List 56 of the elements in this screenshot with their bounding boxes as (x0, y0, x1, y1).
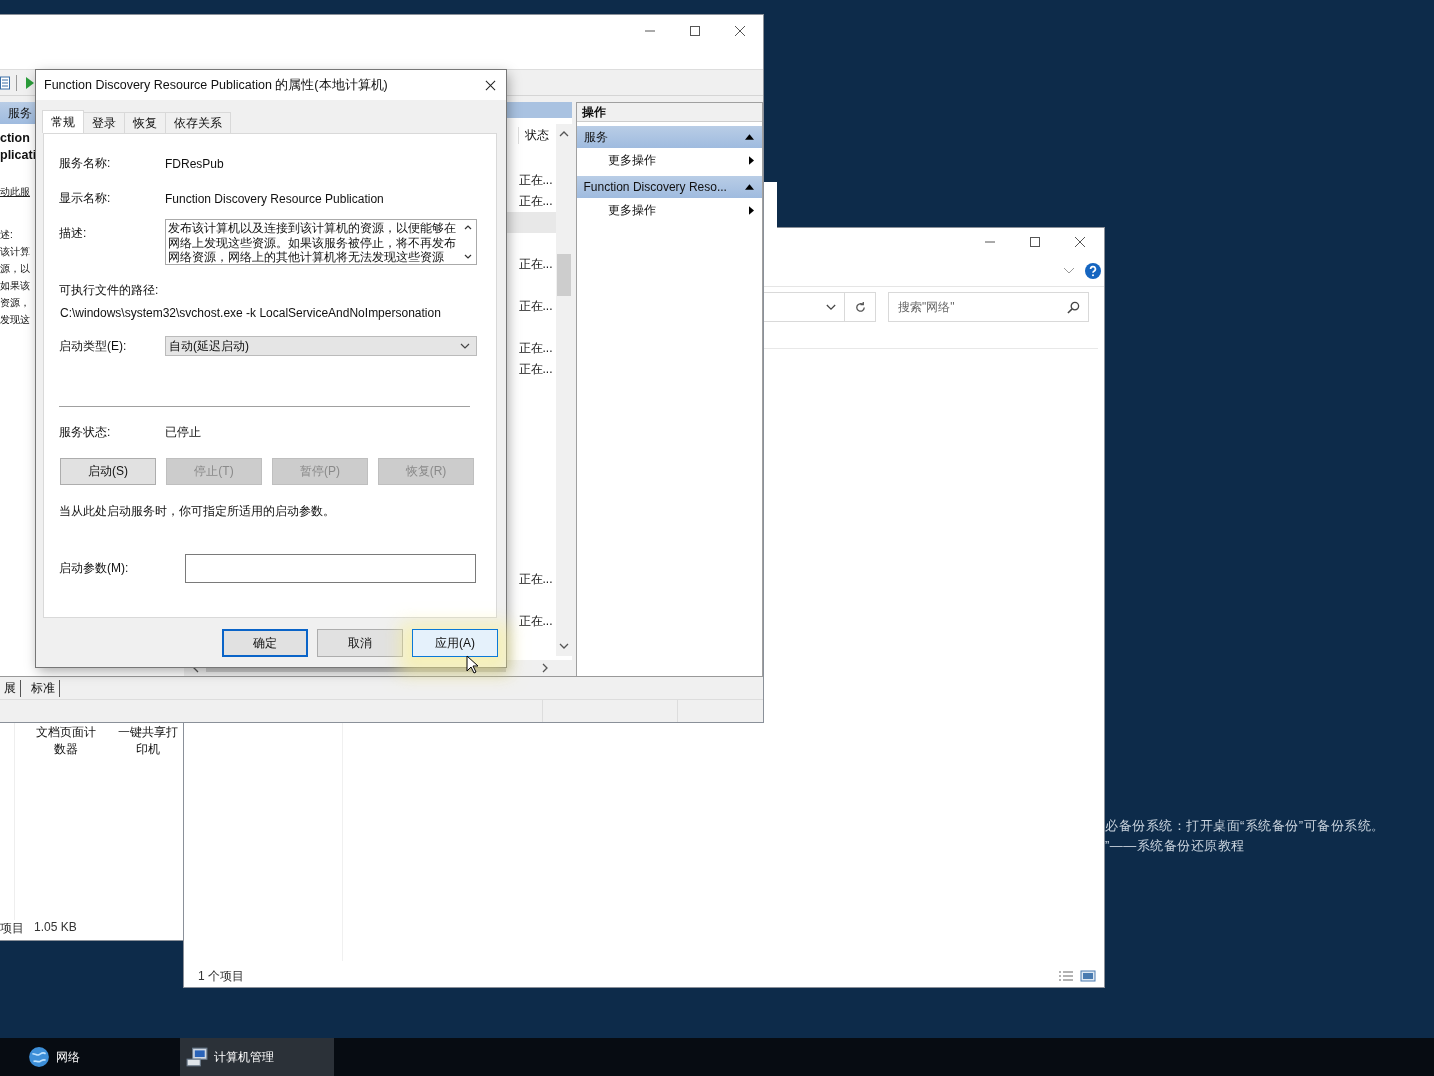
wallpaper-text: 必备份系统：打开桌面“系统备份”可备份系统。 (1105, 817, 1385, 835)
view-tab[interactable]: 展 (0, 679, 21, 697)
startup-type-dropdown[interactable]: 自动(延迟启动) (165, 336, 477, 356)
field-label: 启动类型(E): (59, 337, 128, 355)
field-value: FDResPub (165, 156, 224, 171)
field-value: Function Discovery Resource Publication (165, 191, 384, 206)
path-value: C:\windows\system32\svchost.exe -k LocalServiceAndNoImpersonation (60, 306, 442, 320)
hint-text: 当从此处启动服务时，你可指定所适用的启动参数。 (59, 503, 336, 520)
status-cell: 正在... (518, 571, 553, 588)
wallpaper-text: ”——系统备份还原教程 (1105, 837, 1246, 855)
actions-group-header[interactable]: 服务 (576, 126, 762, 148)
service-title: ction (0, 130, 30, 147)
status-text: 项目 (0, 920, 24, 937)
description-text: 源，以 (0, 262, 30, 276)
field-label: 服务状态: (59, 424, 112, 441)
description-text: 发现这 (0, 313, 30, 327)
actions-header: 操作 (576, 103, 762, 122)
field-label: 显示名称: (59, 190, 112, 207)
field-value: 已停止 (165, 424, 201, 441)
status-text: 1 个项目 (198, 967, 244, 985)
status-cell: 正在... (518, 172, 553, 189)
field-label: 可执行文件的路径: (59, 282, 160, 299)
description-text: 该计算 (0, 245, 30, 259)
column-header[interactable]: 状态 (517, 126, 549, 144)
description-text: 如果该 (0, 279, 30, 293)
status-cell: 正在... (518, 256, 553, 273)
taskbar-item[interactable]: 网络 (24, 1038, 84, 1076)
description-text: 资源， (0, 296, 30, 310)
status-cell: 正在... (518, 193, 553, 210)
dialog-button[interactable]: 确定 (222, 629, 308, 657)
service-control-button[interactable]: 启动(S) (60, 458, 156, 485)
status-cell: 正在... (518, 361, 553, 378)
dialog-button[interactable]: 取消 (317, 629, 403, 657)
taskbar-item[interactable]: 计算机管理 (180, 1038, 334, 1076)
file-label[interactable]: 一键共享打印机 (116, 724, 180, 758)
view-tab[interactable]: 标准 (27, 679, 60, 697)
status-text: 1.05 KB (34, 920, 77, 936)
actions-group-header[interactable]: Function Discovery Reso... (576, 176, 762, 198)
status-cell: 正在... (518, 298, 553, 315)
description-box[interactable]: 发布该计算机以及连接到该计算机的资源，以便能够在网络上发现这些资源。如果该服务被停止，将不再发布网络资源，网络上的其他计算机将无法发现这些资源 (165, 219, 477, 265)
field-label: 服务名称: (59, 155, 112, 172)
dialog-title: Function Discovery Resource Publication 的属性(本地计算机) (44, 76, 388, 94)
field-label: 描述: (59, 225, 88, 242)
field-label: 启动参数(M): (59, 560, 130, 577)
service-title: plicati (0, 147, 37, 164)
dialog-button[interactable]: 应用(A) (412, 629, 498, 657)
start-service-link[interactable]: 动此服 (0, 184, 30, 200)
description-text: 述: (0, 228, 13, 242)
file-label[interactable]: 文档页面计数器 (34, 724, 98, 758)
tab[interactable]: 依存关系 (165, 112, 231, 133)
tab[interactable]: 常规 (42, 110, 84, 133)
action-item[interactable]: 更多操作 (576, 148, 762, 172)
action-item[interactable]: 更多操作 (576, 198, 762, 222)
status-cell: 正在... (518, 613, 553, 630)
search-field[interactable]: 搜索"网络" (888, 292, 1089, 322)
status-cell: 正在... (518, 340, 553, 357)
